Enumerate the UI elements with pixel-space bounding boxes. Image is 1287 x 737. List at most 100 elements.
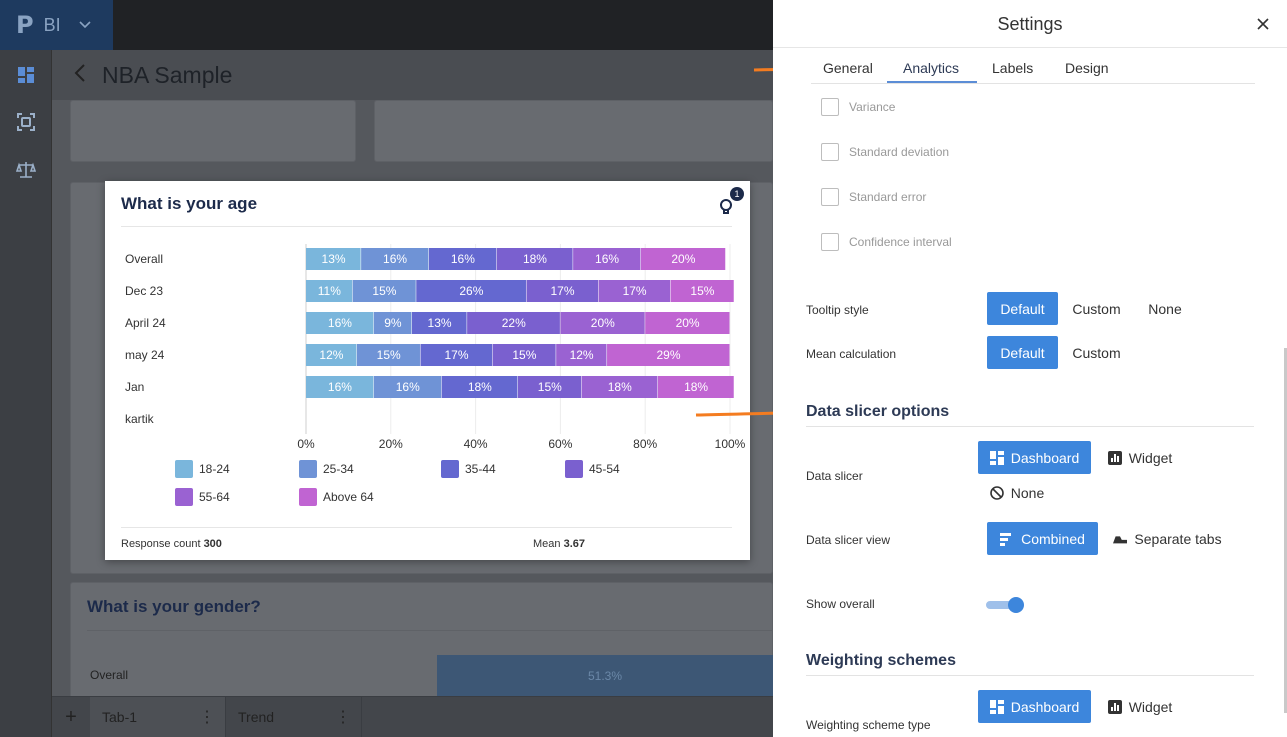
legend-label: 18-24 <box>199 462 230 476</box>
weighting-type-label: Weighting scheme type <box>806 718 931 732</box>
left-rail <box>0 50 52 737</box>
data-slicer-view-label: Data slicer view <box>806 533 891 547</box>
brand-switcher[interactable]: P BI <box>0 0 113 50</box>
data-label: 18% <box>468 380 492 394</box>
tab-labels[interactable]: Labels <box>992 60 1033 76</box>
tooltip-style-label: Tooltip style <box>806 303 869 317</box>
response-count: Response count 300 <box>121 538 222 550</box>
confidence-interval-label: Confidence interval <box>849 235 952 249</box>
category-label: April 24 <box>125 316 166 330</box>
view-separate-tabs-button[interactable]: Separate tabs <box>1110 522 1225 555</box>
tooltip-default-button[interactable]: Default <box>987 292 1058 325</box>
list-icon <box>1000 532 1012 546</box>
data-label: 29% <box>657 348 681 362</box>
divider <box>806 426 1254 427</box>
variance-checkbox[interactable] <box>821 98 839 116</box>
data-slicer-label: Data slicer <box>806 469 863 483</box>
data-label: 16% <box>595 252 619 266</box>
page-title: NBA Sample <box>102 61 233 88</box>
slicer-widget-button[interactable]: Widget <box>1100 441 1180 474</box>
legend-label: 55-64 <box>199 490 230 504</box>
data-label: 20% <box>671 252 695 266</box>
stacked-bar-chart: 0% 20% 40% 60% 80% 100% Overall 13% 16% 16% 18% 16%… <box>125 244 746 451</box>
show-overall-toggle[interactable] <box>986 597 1024 613</box>
data-label: 15% <box>538 380 562 394</box>
divider <box>806 675 1254 676</box>
tab-trend[interactable]: Trend ⋮ <box>226 696 362 737</box>
tab-bar: + Tab-1 ⋮ Trend ⋮ <box>52 696 773 737</box>
confidence-interval-checkbox[interactable] <box>821 233 839 251</box>
close-icon[interactable] <box>1257 14 1269 35</box>
background-card <box>70 100 356 162</box>
tooltip-custom-button[interactable]: Custom <box>1063 292 1130 325</box>
variance-option[interactable]: Variance <box>821 98 895 116</box>
legend-item[interactable]: Above 64 <box>299 488 374 506</box>
age-chart-widget[interactable]: What is your age 1 0% 20% 40% 60% 80% 100% Ove… <box>105 181 750 560</box>
std-deviation-checkbox[interactable] <box>821 143 839 161</box>
slicer-dashboard-button[interactable]: Dashboard <box>978 441 1091 474</box>
data-label: 17% <box>623 284 647 298</box>
data-label: 16% <box>396 380 420 394</box>
confidence-interval-option[interactable]: Confidence interval <box>821 233 952 251</box>
x-tick-label: 60% <box>548 437 572 451</box>
legend-item[interactable]: 45-54 <box>565 460 620 478</box>
category-label: kartik <box>125 412 155 426</box>
data-label: 11% <box>318 284 341 298</box>
data-label: 12% <box>319 348 343 362</box>
tab-tab-1[interactable]: Tab-1 ⋮ <box>90 696 226 737</box>
std-error-label: Standard error <box>849 190 927 204</box>
weighting-widget-label: Widget <box>1128 698 1173 715</box>
data-label: 16% <box>451 252 475 266</box>
category-label: Dec 23 <box>125 284 163 298</box>
mean-custom-button[interactable]: Custom <box>1063 336 1130 369</box>
gender-bar: 51.3% <box>437 655 773 696</box>
legend-item[interactable]: 55-64 <box>175 488 230 506</box>
legend-label: 35-44 <box>465 462 496 476</box>
back-arrow-icon[interactable] <box>74 62 86 88</box>
legend-item[interactable]: 25-34 <box>299 460 354 478</box>
data-label: 26% <box>459 284 483 298</box>
tab-design[interactable]: Design <box>1065 60 1109 76</box>
mean-calculation-label: Mean calculation <box>806 347 897 361</box>
data-label: 20% <box>676 316 700 330</box>
weighting-section-title: Weighting schemes <box>806 652 956 669</box>
add-tab-button[interactable]: + <box>52 706 90 729</box>
data-label: 15% <box>377 348 401 362</box>
slicer-widget-label: Widget <box>1128 449 1173 466</box>
std-deviation-option[interactable]: Standard deviation <box>821 143 949 161</box>
response-count-label: Response count <box>121 538 201 550</box>
mean-number: 3.67 <box>563 538 586 550</box>
dashboard-icon <box>989 450 1004 465</box>
slicer-none-button[interactable]: None <box>985 476 1049 509</box>
settings-title: Settings <box>997 14 1063 34</box>
tooltip-none-button[interactable]: None <box>1133 292 1197 325</box>
brand-name: BI <box>43 14 61 35</box>
weighting-widget-button[interactable]: Widget <box>1100 690 1180 723</box>
background-card <box>374 100 773 162</box>
legend-item[interactable]: 18-24 <box>175 460 230 478</box>
weighting-dashboard-button[interactable]: Dashboard <box>978 690 1091 723</box>
scan-icon[interactable] <box>16 112 36 132</box>
x-tick-label: 80% <box>633 437 657 451</box>
data-label: 16% <box>328 316 352 330</box>
data-label: 16% <box>328 380 352 394</box>
variance-label: Variance <box>849 100 896 114</box>
gender-widget-title: What is your gender? <box>87 597 261 616</box>
dashboard-icon[interactable] <box>16 65 36 85</box>
view-combined-button[interactable]: Combined <box>987 522 1098 555</box>
scale-icon[interactable] <box>15 160 37 180</box>
kebab-menu-icon[interactable]: ⋮ <box>199 707 215 727</box>
kebab-menu-icon[interactable]: ⋮ <box>335 707 351 727</box>
legend-item[interactable]: 35-44 <box>441 460 496 478</box>
weighting-dashboard-label: Dashboard <box>1010 698 1080 715</box>
category-label: Overall <box>125 252 163 266</box>
std-error-checkbox[interactable] <box>821 188 839 206</box>
category-label: Jan <box>125 380 144 394</box>
slicer-none-label: None <box>1010 484 1045 501</box>
std-error-option[interactable]: Standard error <box>821 188 926 206</box>
tab-general[interactable]: General <box>823 60 873 76</box>
mean-default-button[interactable]: Default <box>987 336 1058 369</box>
data-label: 9% <box>384 316 402 330</box>
tab-analytics[interactable]: Analytics <box>903 60 959 76</box>
view-combined-label: Combined <box>1021 530 1085 547</box>
